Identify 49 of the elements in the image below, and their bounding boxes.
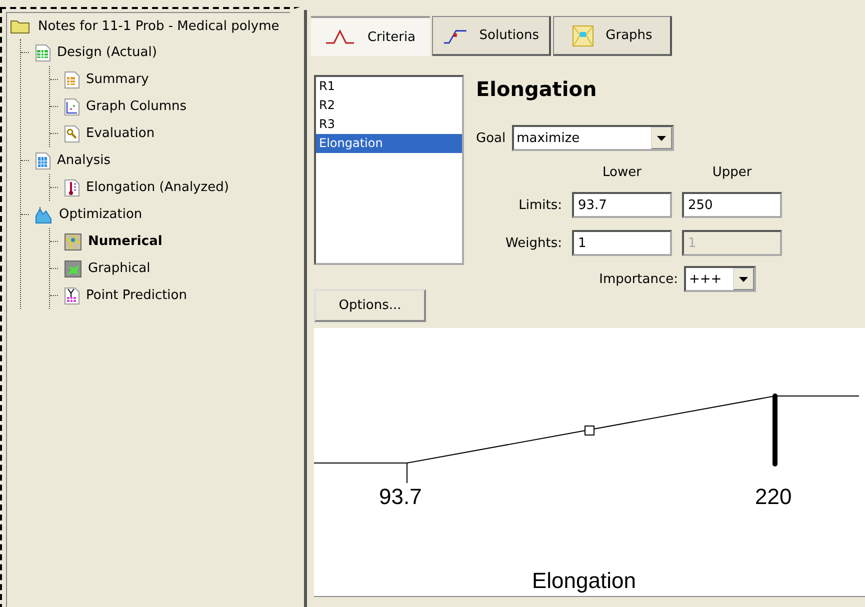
tree-item[interactable]: Point Prediction	[86, 288, 187, 303]
dropdown-arrow-icon	[656, 136, 666, 140]
tab[interactable]: Criteria	[311, 16, 430, 56]
tree-item[interactable]: Analysis	[57, 153, 111, 168]
column-heading: Lower	[602, 165, 642, 180]
response-title: Elongation	[476, 77, 598, 103]
calculator-icon	[35, 152, 51, 170]
axis-label: 93.7	[379, 484, 422, 510]
list-item[interactable]: R1	[316, 77, 462, 96]
tree-item[interactable]: Graphical	[88, 261, 150, 276]
limits-label: Limits:	[518, 198, 562, 212]
tab[interactable]: Graphs	[553, 16, 672, 56]
importance-label: Importance:	[599, 272, 678, 286]
tree-item[interactable]: Summary	[86, 72, 149, 87]
table-icon	[35, 44, 51, 62]
goal-dropdown[interactable]: maximize	[512, 125, 674, 151]
axis-label: 220	[755, 484, 792, 510]
list-item[interactable]: Elongation	[316, 134, 462, 153]
tree-item[interactable]: Numerical	[88, 234, 162, 249]
document-icon	[64, 70, 80, 88]
map-icon	[572, 24, 594, 46]
input-field[interactable]: 250	[682, 192, 782, 218]
folder-icon	[10, 18, 30, 34]
tree-item[interactable]: Design (Actual)	[57, 45, 157, 60]
goal-label: Goal	[476, 130, 506, 146]
tree-item[interactable]: Elongation (Analyzed)	[86, 180, 229, 195]
input-field[interactable]: 1	[572, 230, 672, 256]
contour-map-icon	[64, 260, 82, 278]
tree-item[interactable]: Optimization	[59, 207, 142, 222]
map-icon	[64, 232, 82, 250]
input-field[interactable]: 93.7	[572, 192, 672, 218]
mountain-icon	[35, 206, 53, 224]
prediction-icon	[64, 286, 80, 304]
importance-dropdown[interactable]: +++	[684, 266, 756, 292]
tree-item[interactable]: Evaluation	[86, 126, 155, 141]
column-heading: Upper	[711, 165, 753, 180]
list-item[interactable]: R3	[316, 115, 462, 134]
scatter-plot-icon	[64, 98, 80, 116]
list-item[interactable]: R2	[316, 96, 462, 115]
axis-title: Elongation	[532, 568, 636, 594]
thermometer-icon	[64, 178, 80, 196]
tab[interactable]: Solutions	[432, 16, 551, 56]
peak-curve-icon	[325, 29, 356, 45]
dropdown-arrow-icon	[739, 276, 748, 282]
tree-item[interactable]: Graph Columns	[86, 99, 187, 114]
magnifier-icon	[64, 124, 80, 142]
weights-label: Weights:	[504, 236, 562, 250]
options-button[interactable]: Options...	[314, 289, 426, 322]
tree-item[interactable]: Notes for 11-1 Prob - Medical polyme	[38, 18, 280, 34]
